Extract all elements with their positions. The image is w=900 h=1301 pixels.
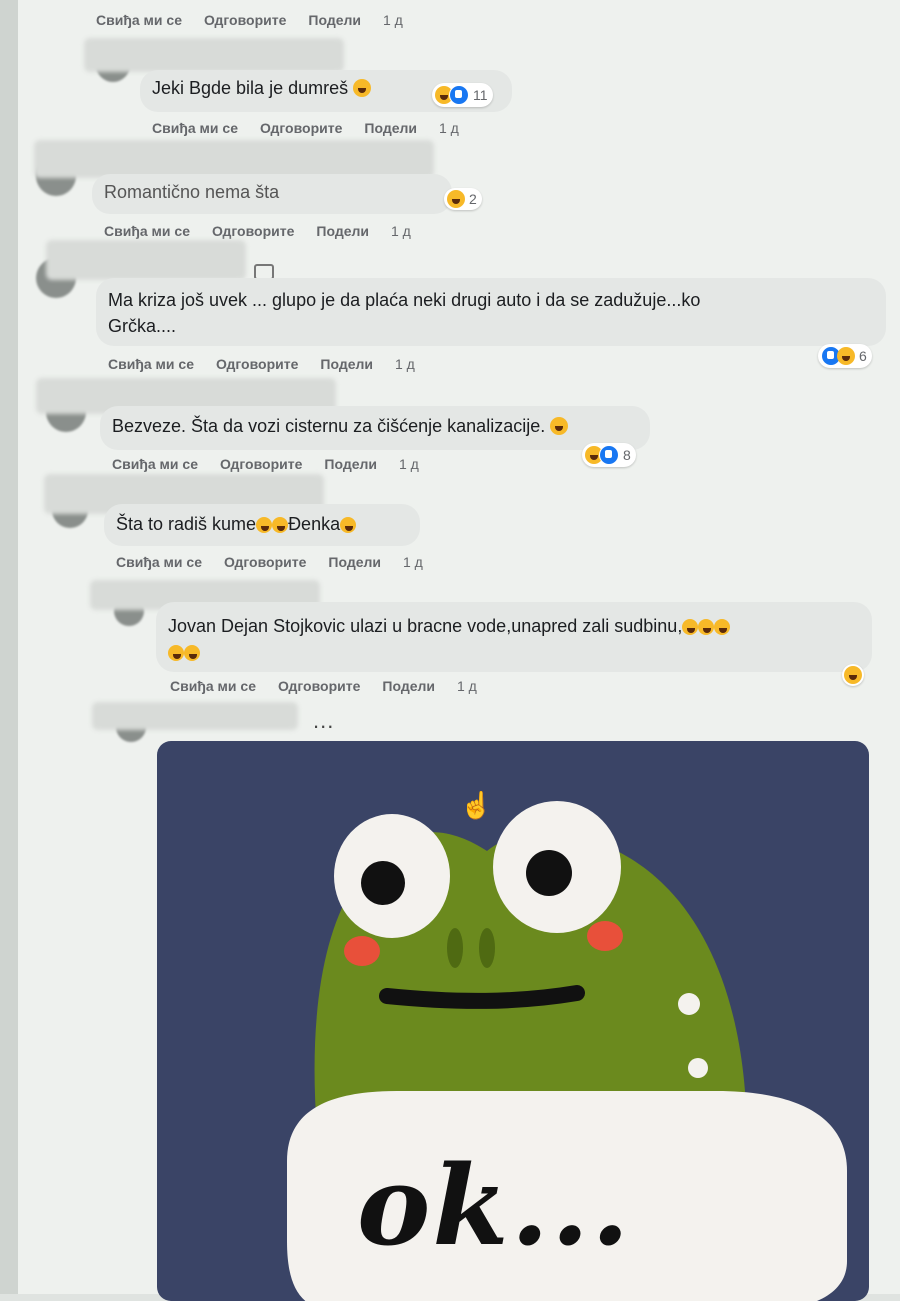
comment-bubble <box>156 602 872 672</box>
comment-time[interactable]: 1 д <box>439 120 459 136</box>
comment-text: Romantično nema šta <box>104 182 280 202</box>
reaction-summary[interactable] <box>842 664 864 686</box>
reaction-summary[interactable]: 11 <box>432 83 493 107</box>
comment-actions: Свиђа ми се Одговорите Подели 1 д <box>116 554 423 570</box>
sticker-caption: ok... <box>357 1141 632 1270</box>
comment-actions: Свиђа ми се Одговорите Подели 1 д <box>104 223 411 239</box>
rofl-emoji-icon <box>714 619 731 635</box>
reply-link[interactable]: Одговорите <box>224 554 306 570</box>
share-link[interactable]: Подели <box>364 120 417 136</box>
more-options-icon[interactable]: ... <box>313 708 334 734</box>
like-link[interactable]: Свиђа ми се <box>96 12 182 28</box>
laughing-emoji-icon <box>256 517 273 533</box>
comment-actions: Свиђа ми се Одговорите Подели 1 д <box>152 120 459 136</box>
commenter-name-redacted[interactable] <box>46 240 246 280</box>
haha-reaction-icon <box>844 666 862 684</box>
reaction-summary[interactable]: 8 <box>582 443 636 467</box>
hand-cursor-icon: ☝ <box>460 790 493 820</box>
comment-text: Jovan Dejan Stojkovic ulazi u bracne vod… <box>168 616 731 637</box>
reply-link[interactable]: Одговорите <box>278 678 360 694</box>
share-link[interactable]: Подели <box>328 554 381 570</box>
share-link[interactable]: Подели <box>324 456 377 472</box>
share-link[interactable]: Подели <box>308 12 361 28</box>
commenter-name-redacted[interactable] <box>84 38 344 72</box>
like-link[interactable]: Свиђа ми се <box>116 554 202 570</box>
like-link[interactable]: Свиђа ми се <box>152 120 238 136</box>
window-edge <box>0 0 18 1294</box>
comment-text-line: Ma kriza još uvek ... glupo je da plaća … <box>108 290 701 310</box>
comment-text: Jeki Bgde bila je dumreš <box>152 78 372 99</box>
like-link[interactable]: Свиђа ми се <box>104 223 190 239</box>
comment-time[interactable]: 1 д <box>383 12 403 28</box>
reply-link[interactable]: Одговорите <box>260 120 342 136</box>
reply-link[interactable]: Одговорите <box>220 456 302 472</box>
commenter-name-redacted[interactable] <box>34 140 434 178</box>
haha-reaction-icon <box>447 190 465 208</box>
commenter-name-redacted[interactable] <box>92 702 298 730</box>
comment-actions: Свиђа ми се Одговорите Подели 1 д <box>108 356 415 372</box>
laughing-emoji-icon <box>272 517 289 533</box>
comment-time[interactable]: 1 д <box>399 456 419 472</box>
reply-link[interactable]: Одговорите <box>216 356 298 372</box>
like-reaction-icon <box>449 85 469 105</box>
share-link[interactable]: Подели <box>382 678 435 694</box>
sticker-image[interactable]: ok... <box>157 741 869 1301</box>
comment-actions: Свиђа ми се Одговорите Подели 1 д <box>96 12 403 28</box>
share-link[interactable]: Подели <box>316 223 369 239</box>
reaction-count: 6 <box>859 348 867 364</box>
reply-link[interactable]: Одговорите <box>212 223 294 239</box>
reply-link[interactable]: Одговорите <box>204 12 286 28</box>
like-link[interactable]: Свиђа ми се <box>112 456 198 472</box>
like-link[interactable]: Свиђа ми се <box>170 678 256 694</box>
comment-text-line: Grčka.... <box>108 316 177 336</box>
reaction-summary[interactable]: 6 <box>818 344 872 368</box>
haha-reaction-icon <box>837 347 855 365</box>
comment-actions: Свиђа ми се Одговорите Подели 1 д <box>112 456 419 472</box>
rofl-emoji-icon <box>184 645 200 661</box>
reaction-count: 8 <box>623 447 631 463</box>
reaction-count: 2 <box>469 191 477 207</box>
rofl-emoji-icon <box>682 619 699 635</box>
smile-emoji-icon <box>353 79 372 97</box>
comment-time[interactable]: 1 д <box>457 678 477 694</box>
like-link[interactable]: Свиђа ми се <box>108 356 194 372</box>
like-reaction-icon <box>599 445 619 465</box>
comment-text: Bezveze. Šta da vozi cisternu za čišćenj… <box>112 416 569 437</box>
comment-text: Šta to radiš kume Đenka <box>116 514 357 535</box>
share-link[interactable]: Подели <box>320 356 373 372</box>
reaction-summary[interactable]: 2 <box>444 188 482 210</box>
reaction-count: 11 <box>473 87 488 103</box>
rofl-emoji-icon <box>698 619 715 635</box>
laughing-emoji-icon <box>340 517 357 533</box>
comment-time[interactable]: 1 д <box>403 554 423 570</box>
rofl-emoji-icon <box>168 645 184 661</box>
comment-time[interactable]: 1 д <box>395 356 415 372</box>
flushed-emoji-icon <box>550 417 569 435</box>
comment-bubble <box>96 278 886 346</box>
comment-time[interactable]: 1 д <box>391 223 411 239</box>
comment-actions: Свиђа ми се Одговорите Подели 1 д <box>170 678 477 694</box>
comment-text-continued <box>168 642 200 663</box>
